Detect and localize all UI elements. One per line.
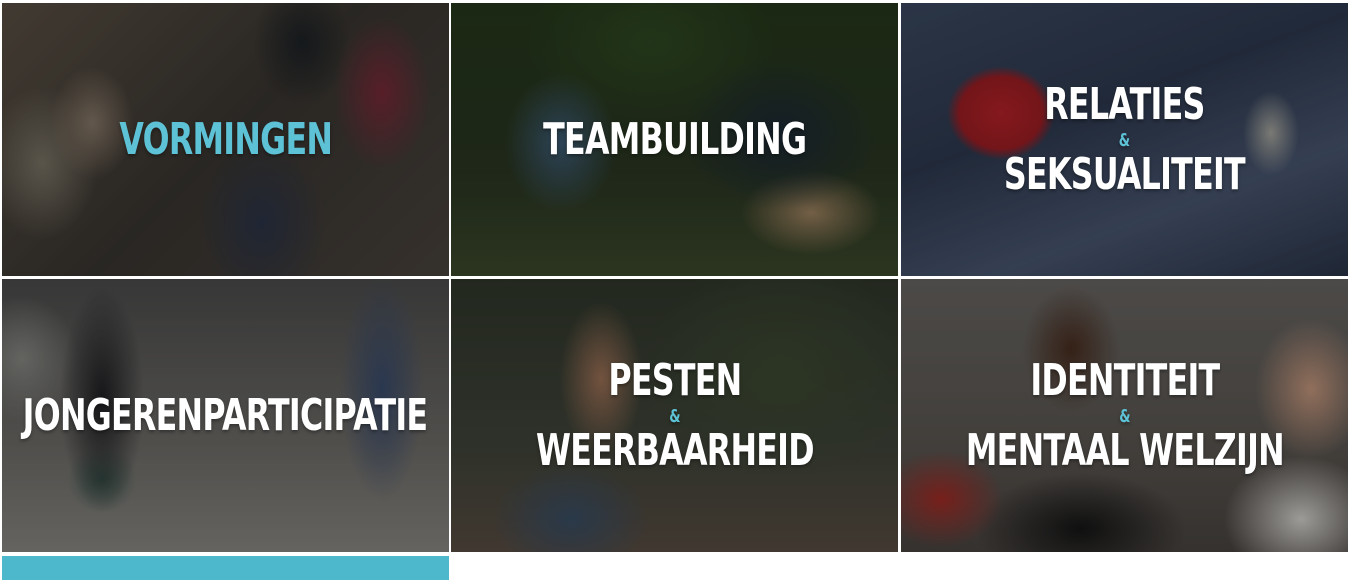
tile-vormingen[interactable]: VORMINGEN: [2, 3, 449, 276]
tile-identiteit-mentaal-welzijn[interactable]: IDENTITEIT & MENTAAL WELZIJN: [901, 279, 1348, 552]
tile-label-teambuilding: TEAMBUILDING: [542, 113, 807, 165]
tile-label-pesten: PESTEN & WEERBAARHEID: [535, 354, 815, 476]
tile-pesten-weerbaarheid[interactable]: PESTEN & WEERBAARHEID: [451, 279, 898, 552]
tile-title-line2: WEERBAARHEID: [535, 424, 815, 476]
tile-teambuilding[interactable]: TEAMBUILDING: [451, 3, 898, 276]
tile-ampersand: &: [668, 405, 681, 427]
topics-grid: VORMINGEN TEAMBUILDING RELATIES & SEKSUA…: [2, 3, 1348, 553]
tile-title-line2: MENTAAL WELZIJN: [965, 424, 1284, 476]
tile-label-identiteit: IDENTITEIT & MENTAAL WELZIJN: [965, 354, 1284, 476]
tile-label-relaties: RELATIES & SEKSUALITEIT: [1003, 78, 1246, 200]
tile-title: JONGERENPARTICIPATIE: [23, 389, 428, 441]
tile-title-line2: SEKSUALITEIT: [1003, 148, 1246, 200]
tile-title: TEAMBUILDING: [542, 113, 807, 165]
tile-ampersand: &: [1118, 129, 1131, 151]
tile-jongerenparticipatie[interactable]: JONGERENPARTICIPATIE: [2, 279, 449, 552]
tile-relaties-seksualiteit[interactable]: RELATIES & SEKSUALITEIT: [901, 3, 1348, 276]
tile-ampersand: &: [1118, 405, 1131, 427]
accent-bar: [2, 556, 449, 580]
tile-title: VORMINGEN: [119, 113, 333, 165]
tile-title-line1: PESTEN: [607, 354, 742, 406]
tile-title-line1: IDENTITEIT: [1029, 354, 1220, 406]
tile-label-vormingen: VORMINGEN: [119, 113, 333, 165]
tile-label-jongerenparticipatie: JONGERENPARTICIPATIE: [23, 389, 428, 441]
tile-title-line1: RELATIES: [1044, 78, 1205, 130]
